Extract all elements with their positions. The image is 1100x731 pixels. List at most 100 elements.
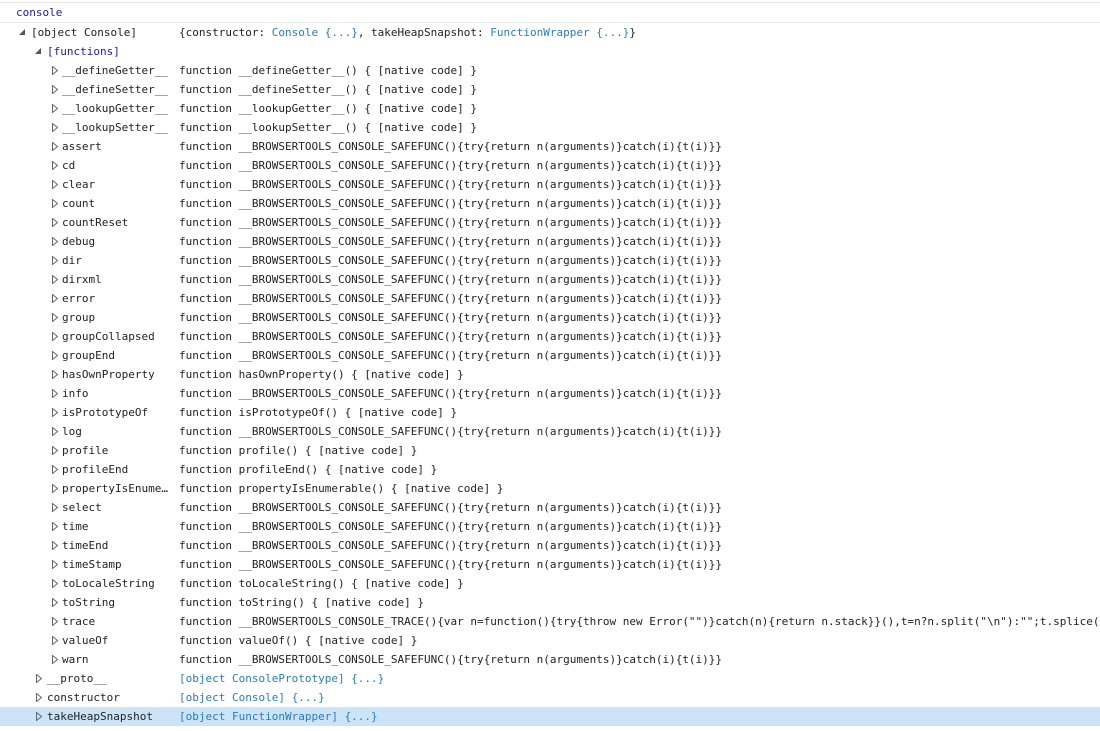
function-row[interactable]: dirxml function __BROWSERTOOLS_CONSOLE_SA… — [0, 270, 1100, 289]
collapsed-triangle-icon[interactable] — [51, 517, 61, 536]
collapsed-triangle-icon[interactable] — [51, 194, 61, 213]
collapsed-triangle-icon[interactable] — [51, 403, 61, 422]
tree-row-root[interactable]: [object Console] {constructor: Console {… — [0, 23, 1100, 42]
function-value: function __BROWSERTOOLS_CONSOLE_SAFEFUNC… — [179, 387, 723, 400]
function-row[interactable]: hasOwnProperty function hasOwnProperty() … — [0, 365, 1100, 384]
collapsed-triangle-icon[interactable] — [35, 688, 45, 707]
function-row[interactable]: time function __BROWSERTOOLS_CONSOLE_SAFE… — [0, 517, 1100, 536]
function-value: function __lookupSetter__() { [native co… — [179, 121, 478, 134]
function-row[interactable]: count function __BROWSERTOOLS_CONSOLE_SAF… — [0, 194, 1100, 213]
function-row[interactable]: timeEnd function __BROWSERTOOLS_CONSOLE_S… — [0, 536, 1100, 555]
collapsed-triangle-icon[interactable] — [51, 232, 61, 251]
expanded-triangle-icon[interactable] — [34, 42, 44, 61]
function-row[interactable]: __defineSetter__ function __defineSetter_… — [0, 80, 1100, 99]
collapsed-triangle-icon[interactable] — [51, 156, 61, 175]
property-row[interactable]: __proto__ [object ConsolePrototype] {...} — [0, 669, 1100, 688]
function-row[interactable]: clear function __BROWSERTOOLS_CONSOLE_SAF… — [0, 175, 1100, 194]
collapsed-triangle-icon[interactable] — [51, 650, 61, 669]
function-row[interactable]: debug function __BROWSERTOOLS_CONSOLE_SAF… — [0, 232, 1100, 251]
function-name: groupEnd — [62, 349, 115, 362]
collapsed-triangle-icon[interactable] — [51, 441, 61, 460]
property-row[interactable]: takeHeapSnapshot [object FunctionWrapper]… — [0, 707, 1100, 726]
function-value: function __BROWSERTOOLS_CONSOLE_SAFEFUNC… — [179, 539, 723, 552]
function-row[interactable]: groupCollapsed function __BROWSERTOOLS_CO… — [0, 327, 1100, 346]
function-row[interactable]: __lookupSetter__ function __lookupSetter_… — [0, 118, 1100, 137]
function-value: function propertyIsEnumerable() { [nativ… — [179, 482, 504, 495]
function-row[interactable]: __defineGetter__ function __defineGetter_… — [0, 61, 1100, 80]
collapsed-triangle-icon[interactable] — [51, 99, 61, 118]
collapsed-triangle-icon[interactable] — [51, 422, 61, 441]
collapsed-triangle-icon[interactable] — [51, 270, 61, 289]
function-value: function __BROWSERTOOLS_CONSOLE_SAFEFUNC… — [179, 216, 723, 229]
summary-open: {constructor: — [179, 26, 272, 39]
collapsed-triangle-icon[interactable] — [51, 251, 61, 270]
function-row[interactable]: isPrototypeOf function isPrototypeOf() { … — [0, 403, 1100, 422]
collapsed-triangle-icon[interactable] — [51, 498, 61, 517]
collapsed-triangle-icon[interactable] — [51, 137, 61, 156]
collapsed-triangle-icon[interactable] — [51, 289, 61, 308]
function-row[interactable]: propertyIsEnume… function propertyIsEnume… — [0, 479, 1100, 498]
collapsed-triangle-icon[interactable] — [51, 308, 61, 327]
collapsed-triangle-icon[interactable] — [51, 479, 61, 498]
function-row[interactable]: profile function profile() { [native code… — [0, 441, 1100, 460]
function-value: function profile() { [native code] } — [179, 444, 418, 457]
console-panel: console [object Console] {constructor: C… — [0, 0, 1100, 731]
expanded-triangle-icon[interactable] — [18, 23, 28, 42]
collapsed-triangle-icon[interactable] — [51, 555, 61, 574]
summary-mid: , takeHeapSnapshot: — [357, 26, 491, 39]
collapsed-triangle-icon[interactable] — [51, 346, 61, 365]
collapsed-triangle-icon[interactable] — [51, 631, 61, 650]
collapsed-triangle-icon[interactable] — [35, 707, 45, 726]
function-name: timeStamp — [62, 558, 122, 571]
console-input-echo: console — [16, 6, 63, 19]
collapsed-triangle-icon[interactable] — [51, 536, 61, 555]
function-row[interactable]: profileEnd function profileEnd() { [nativ… — [0, 460, 1100, 479]
function-row[interactable]: timeStamp function __BROWSERTOOLS_CONSOLE… — [0, 555, 1100, 574]
function-name: __defineSetter__ — [62, 83, 168, 96]
collapsed-triangle-icon[interactable] — [51, 384, 61, 403]
function-row[interactable]: assert function __BROWSERTOOLS_CONSOLE_SA… — [0, 137, 1100, 156]
tree-row-functions-group[interactable]: [functions] — [0, 42, 1100, 61]
function-value: function __BROWSERTOOLS_CONSOLE_SAFEFUNC… — [179, 425, 723, 438]
function-row[interactable]: trace function __BROWSERTOOLS_CONSOLE_TRA… — [0, 612, 1100, 631]
function-name: countReset — [62, 216, 129, 229]
collapsed-triangle-icon[interactable] — [51, 593, 61, 612]
function-row[interactable]: toString function toString() { [native co… — [0, 593, 1100, 612]
collapsed-triangle-icon[interactable] — [51, 175, 61, 194]
function-name: groupCollapsed — [62, 330, 155, 343]
function-value: function __BROWSERTOOLS_CONSOLE_SAFEFUNC… — [179, 558, 723, 571]
collapsed-triangle-icon[interactable] — [51, 460, 61, 479]
collapsed-triangle-icon[interactable] — [51, 365, 61, 384]
function-value: function __BROWSERTOOLS_CONSOLE_SAFEFUNC… — [179, 311, 723, 324]
property-name: __proto__ — [47, 672, 107, 685]
collapsed-triangle-icon[interactable] — [51, 61, 61, 80]
collapsed-triangle-icon[interactable] — [51, 327, 61, 346]
function-row[interactable]: info function __BROWSERTOOLS_CONSOLE_SAFE… — [0, 384, 1100, 403]
collapsed-triangle-icon[interactable] — [51, 118, 61, 137]
function-name: isPrototypeOf — [62, 406, 149, 419]
function-row[interactable]: groupEnd function __BROWSERTOOLS_CONSOLE_… — [0, 346, 1100, 365]
function-row[interactable]: countReset function __BROWSERTOOLS_CONSOL… — [0, 213, 1100, 232]
function-name: assert — [62, 140, 102, 153]
function-name: warn — [62, 653, 89, 666]
function-row[interactable]: select function __BROWSERTOOLS_CONSOLE_SA… — [0, 498, 1100, 517]
collapsed-triangle-icon[interactable] — [51, 574, 61, 593]
collapsed-triangle-icon[interactable] — [51, 80, 61, 99]
collapsed-triangle-icon[interactable] — [51, 612, 61, 631]
function-name: debug — [62, 235, 96, 248]
function-row[interactable]: valueOf function valueOf() { [native code… — [0, 631, 1100, 650]
property-row[interactable]: constructor [object Console] {...} — [0, 688, 1100, 707]
function-row[interactable]: dir function __BROWSERTOOLS_CONSOLE_SAFEF… — [0, 251, 1100, 270]
collapsed-triangle-icon[interactable] — [35, 669, 45, 688]
function-row[interactable]: group function __BROWSERTOOLS_CONSOLE_SAF… — [0, 308, 1100, 327]
collapsed-triangle-icon[interactable] — [51, 213, 61, 232]
function-row[interactable]: log function __BROWSERTOOLS_CONSOLE_SAFEF… — [0, 422, 1100, 441]
function-name: timeEnd — [62, 539, 109, 552]
function-row[interactable]: warn function __BROWSERTOOLS_CONSOLE_SAFE… — [0, 650, 1100, 669]
function-row[interactable]: __lookupGetter__ function __lookupGetter_… — [0, 99, 1100, 118]
function-name: toString — [62, 596, 115, 609]
function-row[interactable]: error function __BROWSERTOOLS_CONSOLE_SAF… — [0, 289, 1100, 308]
function-row[interactable]: toLocaleString function toLocaleString() … — [0, 574, 1100, 593]
function-value: function hasOwnProperty() { [native code… — [179, 368, 464, 381]
function-row[interactable]: cd function __BROWSERTOOLS_CONSOLE_SAFEFU… — [0, 156, 1100, 175]
